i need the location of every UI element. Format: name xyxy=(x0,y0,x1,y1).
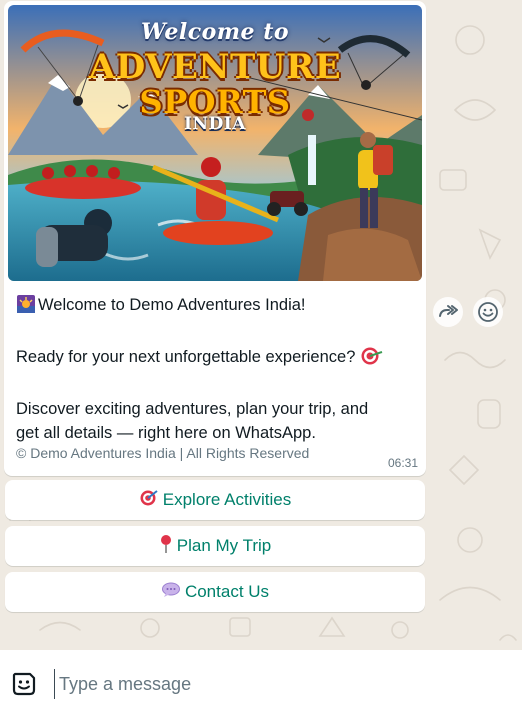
message-timestamp: 06:31 xyxy=(387,456,418,470)
discover-text-line1: Discover exciting adventures, plan your … xyxy=(16,400,369,418)
contact-us-button[interactable]: Contact Us xyxy=(5,572,425,612)
sticker-icon[interactable] xyxy=(10,670,38,698)
emoji-icon xyxy=(478,302,498,322)
plan-my-trip-button[interactable]: Plan My Trip xyxy=(5,526,425,566)
message-body: Welcome to Demo Adventures India! Ready … xyxy=(16,293,416,445)
forward-button[interactable] xyxy=(433,297,463,327)
dart-emoji-icon xyxy=(360,346,384,373)
speech-bubble-icon xyxy=(161,582,181,603)
plan-my-trip-label: Plan My Trip xyxy=(176,536,272,555)
message-bubble: Welcome to ADVENTURE SPORTS INDIA Welcom… xyxy=(4,1,426,476)
pushpin-icon xyxy=(159,534,173,559)
explore-activities-button[interactable]: Explore Activities xyxy=(5,480,425,520)
banner-welcome-text: Welcome to xyxy=(140,19,290,45)
message-footer: © Demo Adventures India | All Rights Res… xyxy=(16,445,310,461)
greeting-text: Welcome to Demo Adventures India! xyxy=(38,296,306,314)
prompt-text: Ready for your next unforgettable experi… xyxy=(16,348,356,366)
adventure-banner-image[interactable]: Welcome to ADVENTURE SPORTS INDIA xyxy=(8,5,422,281)
forward-icon xyxy=(439,305,458,317)
sunrise-emoji-icon xyxy=(16,294,36,321)
discover-text-line2: get all details — right here on WhatsApp… xyxy=(16,424,316,442)
banner-title-line1: ADVENTURE xyxy=(88,47,342,87)
message-input[interactable] xyxy=(54,669,494,699)
dart-icon xyxy=(139,489,159,512)
react-button[interactable] xyxy=(473,297,503,327)
explore-activities-label: Explore Activities xyxy=(162,490,292,509)
banner-title-line3: INDIA xyxy=(184,114,246,134)
message-composer xyxy=(0,650,522,721)
contact-us-label: Contact Us xyxy=(184,582,270,601)
